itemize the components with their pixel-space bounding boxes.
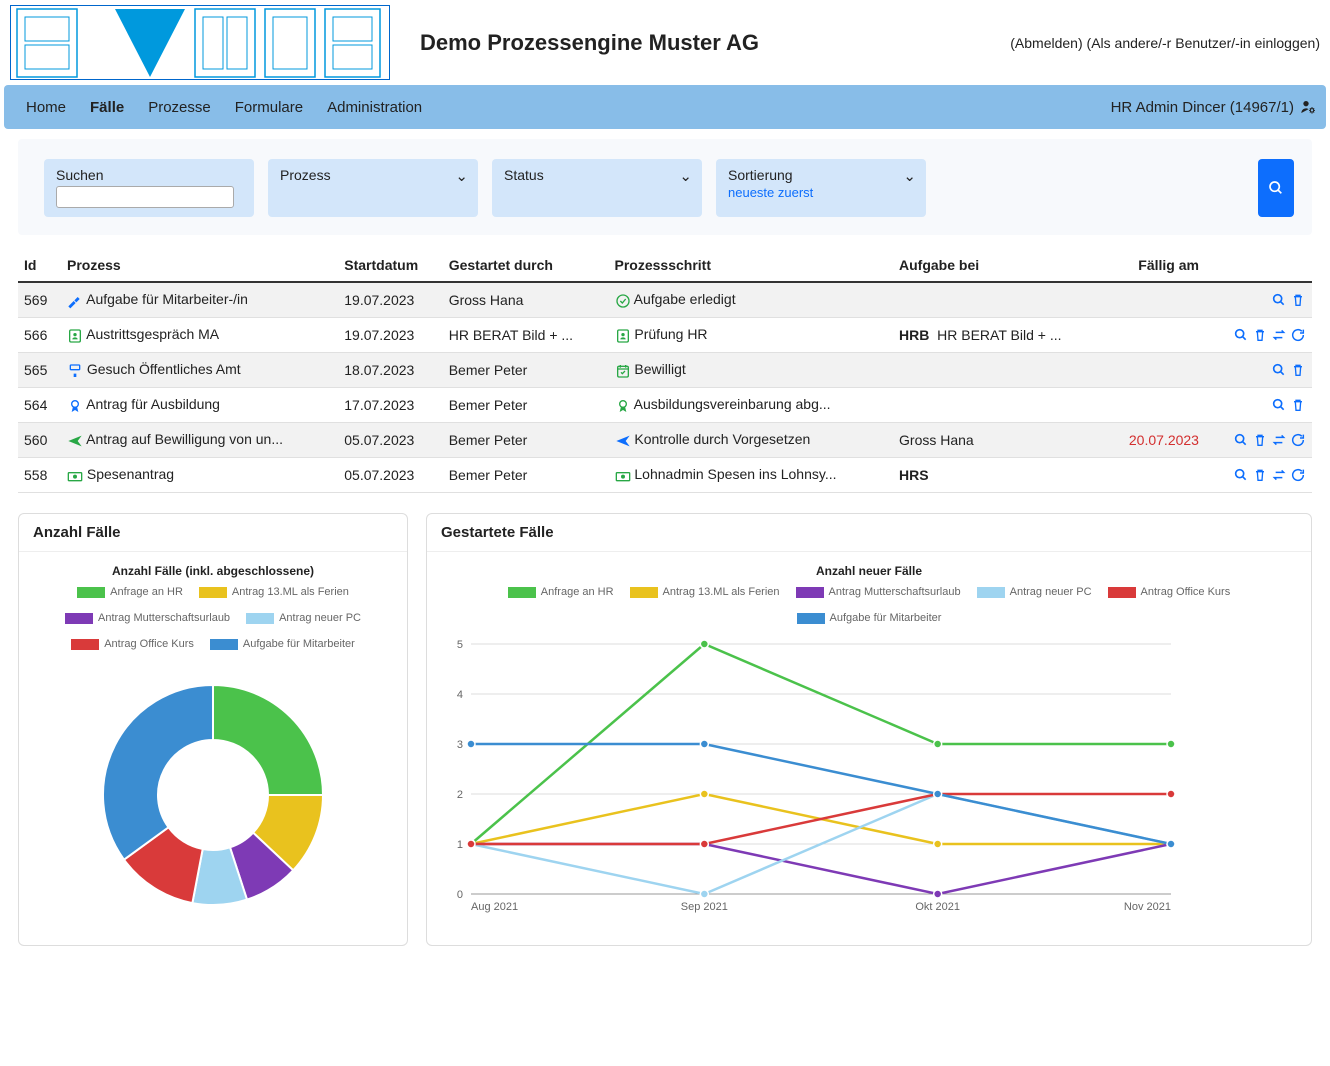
table-row[interactable]: 565 Gesuch Öffentliches Amt 18.07.2023 B…: [18, 353, 1312, 388]
trash-icon[interactable]: [1252, 431, 1268, 448]
table-row[interactable]: 560 Antrag auf Bewilligung von un... 05.…: [18, 423, 1312, 458]
col-header: Fällig am: [1105, 249, 1205, 282]
legend-item[interactable]: Aufgabe für Mitarbeiter: [797, 612, 942, 624]
legend-item[interactable]: Antrag neuer PC: [246, 612, 361, 624]
chevron-down-icon: ⌄: [455, 167, 468, 185]
navbar: HomeFälleProzesseFormulareAdministration…: [4, 85, 1326, 129]
refresh-icon[interactable]: [1290, 466, 1306, 483]
table-row[interactable]: 569 Aufgabe für Mitarbeiter-/in 19.07.20…: [18, 282, 1312, 318]
check-circle-icon: [615, 291, 631, 307]
exchange-icon[interactable]: [1271, 466, 1287, 483]
logout-link[interactable]: (Abmelden): [1010, 35, 1082, 51]
legend-item[interactable]: Antrag Office Kurs: [1108, 586, 1231, 598]
trash-icon[interactable]: [1252, 466, 1268, 483]
svg-text:1: 1: [457, 839, 463, 851]
search-icon[interactable]: [1271, 361, 1287, 378]
doc-user-icon: [615, 326, 631, 342]
col-header: Aufgabe bei: [893, 249, 1105, 282]
svg-text:Sep 2021: Sep 2021: [681, 901, 728, 913]
legend-item[interactable]: Antrag 13.ML als Ferien: [630, 586, 780, 598]
svg-text:Okt 2021: Okt 2021: [915, 901, 960, 913]
col-header: Gestartet durch: [443, 249, 609, 282]
chevron-down-icon: ⌄: [903, 167, 916, 185]
search-icon[interactable]: [1271, 396, 1287, 413]
search-icon[interactable]: [1233, 326, 1249, 343]
line-chart: 0 1 2 3 4 5 Aug 2021 Sep 2021 Okt 2021 Nov 2021: [441, 634, 1181, 924]
svg-text:3: 3: [457, 739, 463, 751]
search-icon: [1268, 180, 1284, 196]
search-icon[interactable]: [1271, 291, 1287, 308]
chart-card-anzahl: Anzahl Fälle Anzahl Fälle (inkl. abgesch…: [18, 513, 408, 946]
legend-item[interactable]: Antrag Mutterschaftsurlaub: [796, 586, 961, 598]
svg-text:Nov 2021: Nov 2021: [1124, 901, 1171, 913]
col-header: Id: [18, 249, 61, 282]
legend-item[interactable]: Anfrage an HR: [77, 586, 183, 598]
doc-user-icon: [67, 326, 83, 342]
nav-user[interactable]: HR Admin Dincer (14967/1): [1111, 99, 1316, 116]
exchange-icon[interactable]: [1271, 326, 1287, 343]
trash-icon[interactable]: [1290, 361, 1306, 378]
col-header: Prozessschritt: [609, 249, 894, 282]
col-header: Startdatum: [338, 249, 442, 282]
svg-text:Aug 2021: Aug 2021: [471, 901, 518, 913]
filter-sort[interactable]: Sortierung neueste zuerst ⌄: [716, 159, 926, 217]
plane-icon: [615, 431, 631, 447]
svg-text:2: 2: [457, 789, 463, 801]
hammer-icon: [67, 291, 83, 307]
filter-bar: Suchen Prozess ⌄ Status ⌄ Sortierung neu…: [18, 139, 1312, 235]
money-icon: [615, 466, 631, 482]
filter-status[interactable]: Status ⌄: [492, 159, 702, 217]
trash-icon[interactable]: [1252, 326, 1268, 343]
cases-table: IdProzessStartdatumGestartet durchProzes…: [18, 249, 1312, 493]
col-header: Prozess: [61, 249, 338, 282]
nav-item-administration[interactable]: Administration: [315, 89, 434, 126]
search-icon[interactable]: [1233, 431, 1249, 448]
logo: [10, 5, 390, 80]
exchange-icon[interactable]: [1271, 431, 1287, 448]
award-icon: [615, 396, 631, 412]
company-title: Demo Prozessengine Muster AG: [420, 30, 759, 56]
svg-text:4: 4: [457, 689, 463, 701]
donut-chart: [33, 660, 393, 930]
chart-card-gestartete: Gestartete Fälle Anzahl neuer Fälle Anfr…: [426, 513, 1312, 946]
table-row[interactable]: 566 Austrittsgespräch MA 19.07.2023 HR B…: [18, 318, 1312, 353]
award-icon: [67, 396, 83, 412]
filter-search: Suchen: [44, 159, 254, 217]
nav-item-prozesse[interactable]: Prozesse: [136, 89, 223, 126]
legend-item[interactable]: Aufgabe für Mitarbeiter: [210, 638, 355, 650]
legend-item[interactable]: Antrag Mutterschaftsurlaub: [65, 612, 230, 624]
refresh-icon[interactable]: [1290, 326, 1306, 343]
legend-item[interactable]: Anfrage an HR: [508, 586, 614, 598]
trash-icon[interactable]: [1290, 291, 1306, 308]
nav-item-formulare[interactable]: Formulare: [223, 89, 315, 126]
legend-item[interactable]: Antrag Office Kurs: [71, 638, 194, 650]
chevron-down-icon: ⌄: [679, 167, 692, 185]
svg-text:0: 0: [457, 889, 463, 901]
nav-item-home[interactable]: Home: [14, 89, 78, 126]
search-icon[interactable]: [1233, 466, 1249, 483]
search-input[interactable]: [56, 186, 234, 208]
login-as-link[interactable]: (Als andere/-r Benutzer/-in einloggen): [1087, 35, 1320, 51]
cal-check-icon: [615, 361, 631, 377]
legend-item[interactable]: Antrag 13.ML als Ferien: [199, 586, 349, 598]
search-button[interactable]: [1258, 159, 1294, 217]
nav-item-fälle[interactable]: Fälle: [78, 89, 136, 126]
filter-process[interactable]: Prozess ⌄: [268, 159, 478, 217]
refresh-icon[interactable]: [1290, 431, 1306, 448]
trash-icon[interactable]: [1290, 396, 1306, 413]
svg-text:5: 5: [457, 639, 463, 651]
paint-icon: [67, 361, 83, 377]
table-row[interactable]: 564 Antrag für Ausbildung 17.07.2023 Bem…: [18, 388, 1312, 423]
plane-icon: [67, 431, 83, 447]
legend-item[interactable]: Antrag neuer PC: [977, 586, 1092, 598]
money-icon: [67, 466, 83, 482]
table-row[interactable]: 558 Spesenantrag 05.07.2023 Bemer Peter …: [18, 458, 1312, 493]
user-cog-icon: [1300, 99, 1316, 115]
